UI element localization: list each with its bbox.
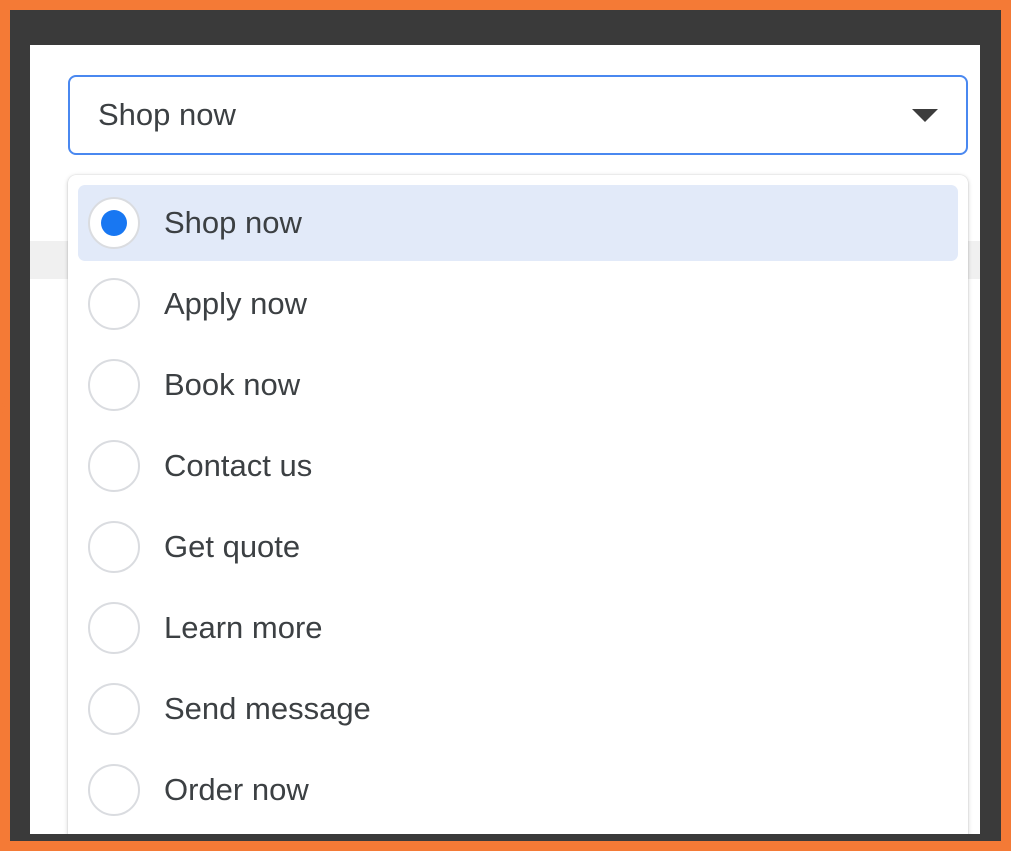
select-current-value: Shop now [98,97,236,132]
caret-down-icon[interactable] [912,108,938,122]
option-learn-more[interactable]: Learn more [78,590,958,666]
radio-unselected-icon[interactable] [88,440,140,492]
screenshot-frame: Shop now Shop now Apply now Book now Con… [10,10,1001,841]
radio-unselected-icon[interactable] [88,521,140,573]
radio-unselected-icon[interactable] [88,602,140,654]
option-send-message[interactable]: Send message [78,671,958,747]
radio-unselected-icon[interactable] [88,278,140,330]
content-canvas: Shop now Shop now Apply now Book now Con… [30,45,980,834]
radio-unselected-icon[interactable] [88,683,140,735]
call-to-action-select[interactable]: Shop now [68,75,968,155]
option-contact-us[interactable]: Contact us [78,428,958,504]
radio-unselected-icon[interactable] [88,764,140,816]
option-label: Send message [164,691,371,726]
option-shop-now[interactable]: Shop now [78,185,958,261]
option-label: Apply now [164,286,308,321]
option-label: Book now [164,367,301,402]
option-label: Contact us [164,448,313,483]
radio-dot [101,210,127,236]
option-apply-now[interactable]: Apply now [78,266,958,342]
option-get-quote[interactable]: Get quote [78,509,958,585]
option-label: Get quote [164,529,301,564]
option-label: Order now [164,772,309,807]
option-book-now[interactable]: Book now [78,347,958,423]
option-order-now[interactable]: Order now [78,752,958,828]
dropdown-menu: Shop now Apply now Book now Contact us G… [68,175,968,834]
radio-unselected-icon[interactable] [88,359,140,411]
radio-selected-icon[interactable] [88,197,140,249]
option-label: Shop now [164,205,302,240]
option-label: Learn more [164,610,323,645]
